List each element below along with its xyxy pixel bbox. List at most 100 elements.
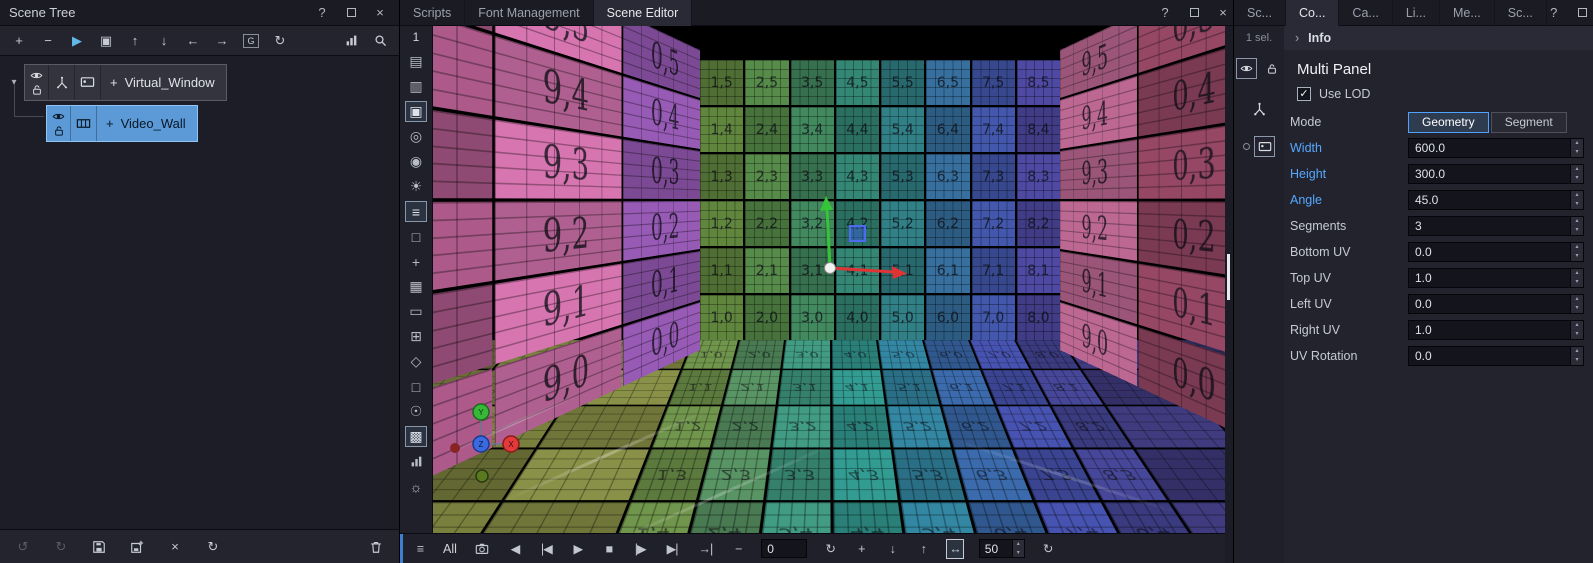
close-icon[interactable]: ×	[373, 6, 387, 20]
outdent-button[interactable]: ←	[182, 30, 204, 52]
add-node-button[interactable]: +	[8, 30, 30, 52]
increase-button[interactable]: +	[853, 539, 869, 559]
panel-view-button[interactable]: ▭	[405, 301, 427, 322]
stats-button[interactable]	[340, 30, 362, 52]
viewport-3d[interactable]: 1,02,03,04,05,06,07,08,01,12,13,14,15,16…	[433, 26, 1225, 533]
screen-icon[interactable]	[1254, 136, 1275, 157]
tab-sc[interactable]: Sc...	[1234, 0, 1286, 26]
gizmo-options-button[interactable]: ≡	[405, 201, 427, 222]
indent-button[interactable]: →	[211, 30, 233, 52]
stepper[interactable]: ▴▾	[1570, 217, 1583, 235]
angle-field[interactable]: 45.0▴▾	[1408, 190, 1584, 210]
material-button[interactable]: ◇	[405, 351, 427, 372]
tab-sc[interactable]: Sc...	[1495, 0, 1547, 26]
delete-button[interactable]: ×	[164, 536, 186, 558]
axes-icon[interactable]	[1249, 99, 1270, 120]
prev-frame-button[interactable]: ◀	[507, 539, 523, 559]
frame-node-button[interactable]: ▣	[95, 30, 117, 52]
stepper[interactable]: ▴▾	[1570, 269, 1583, 287]
bounding-box-button[interactable]: □	[405, 226, 427, 247]
cue-in-button[interactable]: ↓	[884, 539, 900, 559]
step-forward-button[interactable]: |▶	[632, 539, 649, 559]
decrease-button[interactable]: −	[730, 539, 746, 559]
mode-geometry-button[interactable]: Geometry	[1408, 112, 1489, 133]
eye-icon[interactable]	[52, 110, 65, 123]
move-up-button[interactable]: ↑	[124, 30, 146, 52]
eye-icon[interactable]	[30, 69, 43, 82]
layout-split-button[interactable]: ▤	[405, 51, 427, 72]
chart-button[interactable]	[405, 451, 427, 472]
trash-button[interactable]	[365, 536, 387, 558]
frame-field[interactable]: 0	[761, 539, 807, 558]
viewport-scrollbar[interactable]	[1225, 26, 1233, 563]
camera-button[interactable]: ◉	[405, 151, 427, 172]
tab-me[interactable]: Me...	[1440, 0, 1495, 26]
stepper[interactable]: ▴▾	[1012, 540, 1024, 557]
lock-icon[interactable]	[1261, 58, 1282, 79]
radio-dot-icon[interactable]	[1243, 143, 1250, 150]
snap-grid-button[interactable]: ▩	[405, 426, 427, 447]
search-button[interactable]	[369, 30, 391, 52]
uv-rotation-field[interactable]: 0.0▴▾	[1408, 346, 1584, 366]
render-view-button[interactable]: ▣	[405, 101, 427, 122]
loop-button[interactable]: ↻	[822, 539, 838, 559]
close-icon[interactable]: ×	[1216, 6, 1230, 20]
use-lod-checkbox[interactable]: ✓	[1297, 87, 1311, 101]
focus-selected-button[interactable]: ◎	[405, 126, 427, 147]
segments-field[interactable]: 3▴▾	[1408, 216, 1584, 236]
help-icon[interactable]: ?	[315, 6, 329, 20]
maximize-icon[interactable]	[1187, 6, 1201, 20]
stepper[interactable]: ▴▾	[1570, 165, 1583, 183]
lock-icon[interactable]	[30, 84, 43, 96]
tab-scene-editor[interactable]: Scene Editor	[594, 0, 693, 26]
info-section-header[interactable]: › Info	[1284, 26, 1593, 50]
scrollbar-thumb[interactable]	[1227, 254, 1230, 300]
move-tool-button[interactable]: +	[405, 251, 427, 272]
loop-range-button[interactable]: ↔	[946, 539, 964, 559]
transport-menu-button[interactable]: ≡	[412, 539, 428, 559]
play-button[interactable]: ▶	[66, 30, 88, 52]
mode-segment-button[interactable]: Segment	[1491, 112, 1567, 133]
stepper[interactable]: ▴▾	[1570, 243, 1583, 261]
frame-select-button[interactable]: □	[405, 376, 427, 397]
help-icon[interactable]: ?	[1547, 6, 1561, 20]
scene-grid-button[interactable]: ▦	[405, 276, 427, 297]
stepper[interactable]: ▴▾	[1570, 295, 1583, 313]
left-uv-field[interactable]: 0.0▴▾	[1408, 294, 1584, 314]
stepper[interactable]: ▴▾	[1570, 139, 1583, 157]
save-all-button[interactable]	[126, 536, 148, 558]
height-field[interactable]: 300.0▴▾	[1408, 164, 1584, 184]
tab-co[interactable]: Co...	[1286, 0, 1339, 26]
reload-scene-button[interactable]: ↻	[202, 536, 224, 558]
bulb-button[interactable]: ☉	[405, 401, 427, 422]
add-panel-button[interactable]: ⊞	[405, 326, 427, 347]
layout-grid-button[interactable]: ▥	[405, 76, 427, 97]
redo-button[interactable]: ↻	[50, 536, 72, 558]
snapshot-button[interactable]	[472, 539, 492, 559]
axis-widget[interactable]: Y Z X	[441, 398, 551, 508]
stage-light-button[interactable]: ☀	[405, 176, 427, 197]
sun-button[interactable]: ☼	[405, 476, 427, 497]
right-uv-field[interactable]: 1.0▴▾	[1408, 320, 1584, 340]
reload-button[interactable]: ↻	[269, 30, 291, 52]
transport-scope[interactable]: All	[443, 542, 457, 556]
save-button[interactable]	[88, 536, 110, 558]
transform-gizmo[interactable]	[810, 188, 960, 298]
play-button[interactable]: ▶	[570, 539, 586, 559]
remove-node-button[interactable]: −	[37, 30, 59, 52]
cue-out-button[interactable]: ↑	[915, 539, 931, 559]
maximize-icon[interactable]	[344, 6, 358, 20]
tree-node-video-wall[interactable]: + Video_Wall	[46, 105, 198, 142]
help-icon[interactable]: ?	[1158, 6, 1172, 20]
eye-icon[interactable]	[1236, 58, 1257, 79]
refresh-loop-button[interactable]: ↻	[1040, 539, 1056, 559]
mark-in-button[interactable]: →|	[696, 539, 716, 559]
stop-button[interactable]: ■	[601, 539, 617, 559]
tab-scripts[interactable]: Scripts	[400, 0, 465, 26]
tab-li[interactable]: Li...	[1393, 0, 1440, 26]
lock-icon[interactable]	[52, 125, 65, 137]
top-uv-field[interactable]: 1.0▴▾	[1408, 268, 1584, 288]
go-start-button[interactable]: |◀	[538, 539, 555, 559]
stepper[interactable]: ▴▾	[1570, 347, 1583, 365]
bottom-uv-field[interactable]: 0.0▴▾	[1408, 242, 1584, 262]
